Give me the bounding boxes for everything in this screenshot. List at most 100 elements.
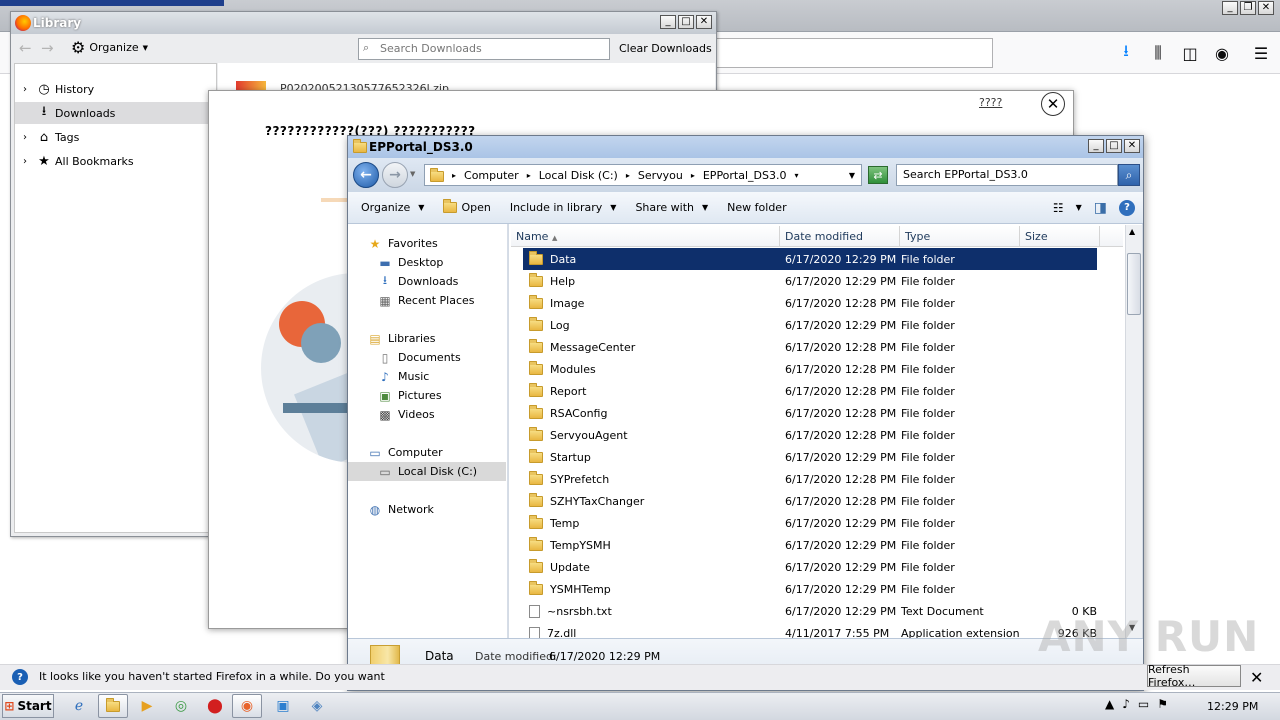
close-icon[interactable]: ✕ [1041, 92, 1065, 116]
search-downloads-input[interactable]: Search Downloads [358, 38, 610, 60]
forward-arrow-icon[interactable]: → [41, 39, 54, 57]
breadcrumb-item[interactable]: Computer [464, 169, 519, 182]
table-row[interactable]: ~nsrsbh.txt 6/17/2020 12:29 PM Text Docume… [523, 600, 1097, 622]
breadcrumb-item[interactable]: EPPortal_DS3.0 [703, 169, 787, 182]
refresh-icon[interactable]: ⇄ [868, 166, 888, 184]
url-bar[interactable] [714, 38, 993, 68]
organize-button[interactable]: Organize ▼ [355, 201, 430, 214]
library-icon[interactable]: ⫼ [1148, 43, 1168, 62]
table-row[interactable]: Image 6/17/2020 12:28 PM File folder [523, 292, 1097, 314]
chevron-down-icon[interactable]: ▾ [795, 171, 799, 180]
column-header-size[interactable]: Size [1020, 226, 1100, 246]
taskbar-clock[interactable]: 12:29 PM [1207, 700, 1258, 713]
flag-icon[interactable]: ⚑ [1157, 697, 1168, 711]
account-icon[interactable]: ◉ [1212, 44, 1232, 63]
scroll-up-icon[interactable]: ▲ [1129, 227, 1135, 236]
nav-documents[interactable]: ▯ Documents [348, 348, 506, 367]
scrollbar-thumb[interactable] [1127, 253, 1141, 315]
dialog-link[interactable]: ???? [979, 96, 1002, 109]
network-tray-icon[interactable]: ▭ [1138, 697, 1149, 711]
internet-explorer-icon[interactable]: ℯ [64, 694, 94, 718]
speaker-icon[interactable]: ♪ [1122, 697, 1130, 711]
refresh-firefox-button[interactable]: Refresh Firefox… [1147, 663, 1241, 689]
table-row[interactable]: Temp 6/17/2020 12:29 PM File folder [523, 512, 1097, 534]
breadcrumb-item[interactable]: Local Disk (C:) [539, 169, 618, 182]
back-button[interactable]: ← [353, 162, 379, 188]
menu-icon[interactable]: ☰ [1251, 44, 1271, 63]
expand-arrow-icon[interactable]: › [15, 84, 35, 95]
clear-downloads-button[interactable]: Clear Downloads [619, 42, 712, 55]
media-player-icon[interactable]: ▶ [132, 694, 162, 718]
table-row[interactable]: SYPrefetch 6/17/2020 12:28 PM File folder [523, 468, 1097, 490]
nav-videos[interactable]: ▩ Videos [348, 405, 506, 424]
firefox-taskbar-icon[interactable]: ◉ [232, 694, 262, 718]
table-row[interactable]: ServyouAgent 6/17/2020 12:28 PM File folde… [523, 424, 1097, 446]
view-options-icon[interactable]: ☷ [1053, 201, 1064, 215]
table-row[interactable]: TempYSMH 6/17/2020 12:29 PM File folder [523, 534, 1097, 556]
package-icon[interactable]: ◈ [302, 694, 332, 718]
minimize-icon[interactable]: _ [1088, 139, 1104, 153]
minimize-icon[interactable]: _ [660, 15, 676, 29]
nav-desktop[interactable]: ▬ Desktop [348, 253, 506, 272]
recent-pages-dropdown-icon[interactable]: ▼ [410, 170, 415, 178]
close-icon[interactable]: ✕ [1124, 139, 1140, 153]
close-icon[interactable]: ✕ [1250, 668, 1263, 687]
nav-music[interactable]: ♪ Music [348, 367, 506, 386]
sidebar-item-downloads[interactable]: ⭳ Downloads [15, 102, 216, 124]
table-row[interactable]: Log 6/17/2020 12:29 PM File folder [523, 314, 1097, 336]
back-arrow-icon[interactable]: ← [19, 39, 32, 57]
restore-icon[interactable]: ❐ [1240, 1, 1256, 15]
address-bar[interactable]: ▸ Computer ▸ Local Disk (C:) ▸ Servyou ▸… [424, 164, 862, 186]
column-header-name[interactable]: Name ▲ [511, 226, 780, 246]
expand-arrow-icon[interactable]: › [15, 156, 35, 167]
close-icon[interactable]: ✕ [1258, 1, 1274, 15]
table-row[interactable]: RSAConfig 6/17/2020 12:28 PM File folder [523, 402, 1097, 424]
download-icon[interactable]: ⭳ [1116, 41, 1136, 62]
nav-local-disk[interactable]: ▭ Local Disk (C:) [348, 462, 506, 481]
sidebar-item-tags[interactable]: › ⌂ Tags [15, 126, 216, 148]
sidebar-icon[interactable]: ◫ [1180, 44, 1200, 63]
minimize-icon[interactable]: _ [1222, 1, 1238, 15]
maximize-icon[interactable]: □ [1106, 139, 1122, 153]
opera-icon[interactable]: ⬤ [200, 694, 230, 718]
open-button[interactable]: Open [437, 199, 496, 214]
table-row[interactable]: SZHYTaxChanger 6/17/2020 12:28 PM File fol… [523, 490, 1097, 512]
column-header-type[interactable]: Type [900, 226, 1020, 246]
sidebar-item-all-bookmarks[interactable]: › ★ All Bookmarks [15, 150, 216, 172]
table-row[interactable]: Modules 6/17/2020 12:28 PM File folder [523, 358, 1097, 380]
organize-button[interactable]: ⚙ Organize ▼ [71, 38, 148, 57]
column-header-date[interactable]: Date modified [780, 226, 900, 246]
explorer-search-input[interactable]: Search EPPortal_DS3.0 [896, 164, 1118, 186]
nav-libraries[interactable]: ▤ Libraries [348, 329, 506, 348]
preview-pane-icon[interactable]: ◨ [1094, 200, 1107, 216]
nav-computer[interactable]: ▭ Computer [348, 443, 506, 462]
forward-button[interactable]: → [382, 162, 408, 188]
table-row[interactable]: Help 6/17/2020 12:29 PM File folder [523, 270, 1097, 292]
nav-favorites[interactable]: ★ Favorites [348, 234, 506, 253]
address-dropdown-icon[interactable]: ▼ [849, 171, 855, 180]
maximize-icon[interactable]: □ [678, 15, 694, 29]
new-folder-button[interactable]: New folder [721, 201, 792, 214]
close-icon[interactable]: ✕ [696, 15, 712, 29]
nav-downloads[interactable]: ⭳ Downloads [348, 272, 506, 291]
explorer-taskbar-icon[interactable] [98, 694, 128, 718]
nav-pictures[interactable]: ▣ Pictures [348, 386, 506, 405]
breadcrumb-item[interactable]: Servyou [638, 169, 683, 182]
chevron-down-icon[interactable]: ▼ [1076, 203, 1082, 212]
nav-recent-places[interactable]: ▦ Recent Places [348, 291, 506, 310]
table-row[interactable]: YSMHTemp 6/17/2020 12:29 PM File folder [523, 578, 1097, 600]
share-with-button[interactable]: Share with ▼ [629, 201, 714, 214]
sidebar-item-history[interactable]: › ◷ History [15, 78, 216, 100]
help-icon[interactable]: ? [1119, 199, 1135, 216]
nav-network[interactable]: ◍ Network [348, 500, 506, 519]
table-row[interactable]: Startup 6/17/2020 12:29 PM File folder [523, 446, 1097, 468]
search-icon[interactable]: ⌕ [1118, 164, 1140, 186]
chrome-icon[interactable]: ◎ [166, 694, 196, 718]
table-row[interactable]: Data 6/17/2020 12:29 PM File folder [523, 248, 1097, 270]
include-in-library-button[interactable]: Include in library ▼ [504, 201, 623, 214]
table-row[interactable]: Report 6/17/2020 12:28 PM File folder [523, 380, 1097, 402]
start-button[interactable]: ⊞ Start [2, 694, 54, 718]
tray-expand-icon[interactable]: ▲ [1105, 697, 1114, 711]
vertical-scrollbar[interactable]: ▲ ▼ [1125, 225, 1142, 638]
table-row[interactable]: MessageCenter 6/17/2020 12:28 PM File fold… [523, 336, 1097, 358]
